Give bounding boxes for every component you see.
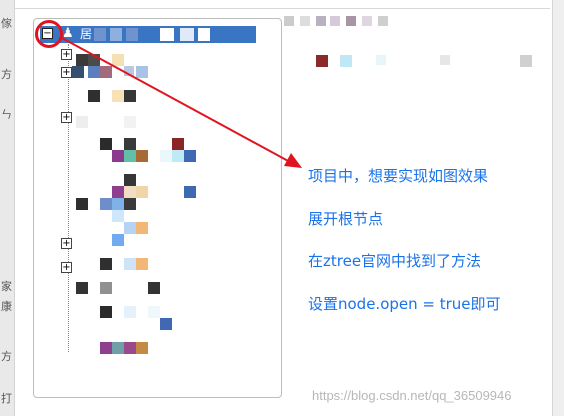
annotation-line-3: 在ztree官网中找到了方法 [308,252,482,270]
annotation-line-4: 设置node.open = true即可 [308,295,501,313]
annotation-arrow-line [61,37,291,163]
annotation-arrow [61,37,302,168]
watermark-url: https://blog.csdn.net/qq_36509946 [312,388,512,403]
annotation-line-1: 项目中，想要实现如图效果 [308,167,489,185]
annotation-line-2: 展开根节点 [308,210,384,228]
